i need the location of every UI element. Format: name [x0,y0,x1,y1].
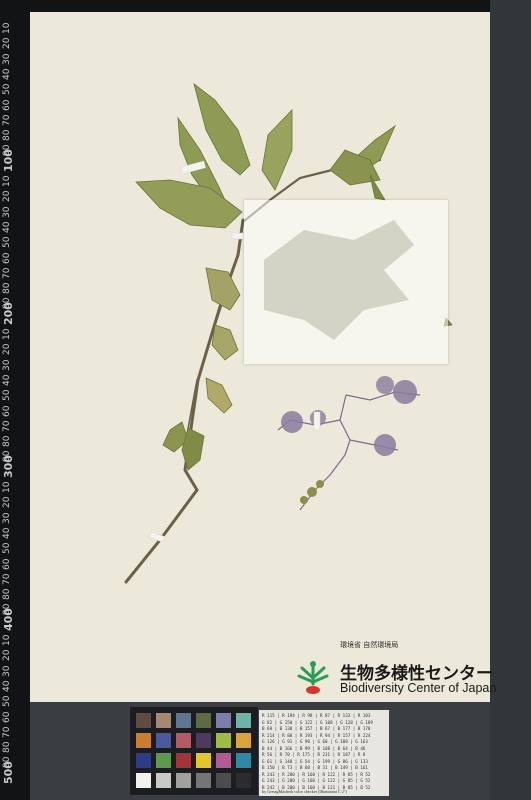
color-patch [136,733,151,748]
flower-cluster [277,391,421,511]
color-patch [236,773,251,788]
color-patch [196,713,211,728]
ministry-label: 環境省 自然環境局 [340,641,399,649]
color-patch [176,773,191,788]
color-patch [176,713,191,728]
color-patch [156,773,171,788]
color-patch [176,733,191,748]
color-patch [216,773,231,788]
color-table-row: R 243 | R 200 | R 160 | R 122 | R 85 | R… [262,771,371,777]
color-table-row: R 214 | R 80 | R 193 | R 94 | R 157 | R … [262,732,371,738]
biodiversity-logo-icon [297,661,329,694]
color-patch [236,713,251,728]
color-table-row: G 82 | G 150 | G 122 | G 108 | G 128 | G… [262,719,373,725]
envelope-leaf-shadow [264,220,414,340]
color-table-row: G 126 | G 91 | G 90 | G 60 | G 188 | G 1… [262,739,368,744]
color-patch [196,733,211,748]
color-value-table: R 115 | R 194 | R 98 | R 87 | R 133 | R … [259,710,389,796]
color-patch [236,753,251,768]
color-checker-card [130,707,258,795]
color-patch [216,753,231,768]
color-patch [176,753,191,768]
color-patch [196,753,211,768]
glassine-envelope [244,200,448,364]
color-patch [136,753,151,768]
color-patch [156,733,171,748]
color-patch [216,733,231,748]
color-table-row: R 115 | R 194 | R 98 | R 87 | R 133 | R … [262,713,371,718]
color-table-row: B 68 | B 130 | B 157 | B 67 | B 177 | B … [262,726,371,731]
color-table-row: R 56 | R 70 | R 175 | R 231 | R 187 | R … [262,752,366,757]
color-patch [136,713,151,728]
color-patch [236,733,251,748]
color-table-row: G 243 | G 200 | G 160 | G 122 | G 85 | G… [262,778,371,783]
color-table-row: B 44 | B 166 | B 99 | B 108 | B 64 | B 4… [262,745,366,751]
color-patch [136,773,151,788]
color-patch [156,753,171,768]
center-name-english: Biodiversity Center of Japan [340,681,497,695]
color-patch [216,713,231,728]
color-table-row: B 150 | B 73 | B 60 | B 31 | B 149 | B 1… [262,765,368,770]
color-patch [196,773,211,788]
color-patch [156,713,171,728]
color-checker-credit: by GretagMacbeth color checker (Illumina… [262,789,347,794]
color-table-row: G 61 | G 148 | G 54 | G 199 | G 86 | G 1… [262,758,368,764]
